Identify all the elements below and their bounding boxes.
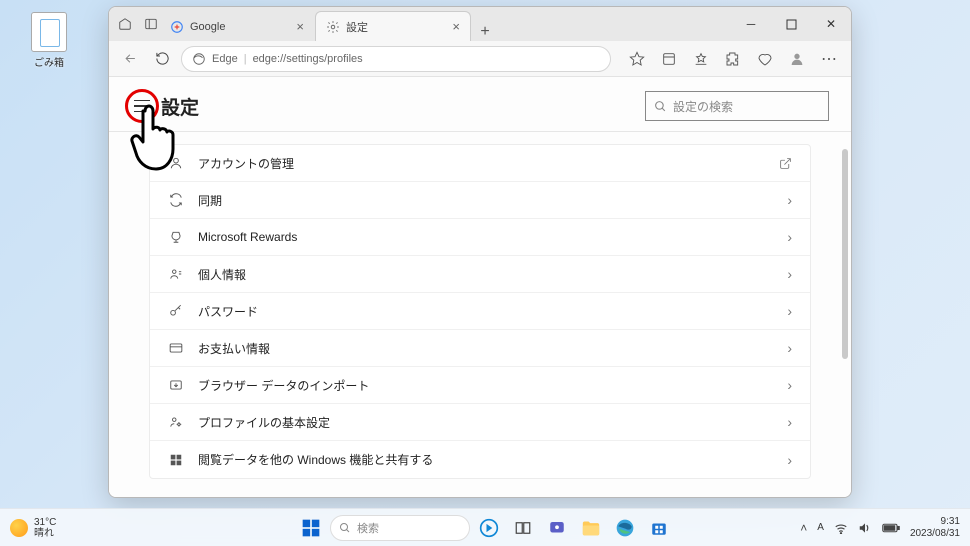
weather-temp: 31°C bbox=[34, 517, 56, 528]
chevron-right-icon: › bbox=[787, 266, 792, 282]
scrollbar[interactable] bbox=[842, 149, 848, 359]
chevron-right-icon: › bbox=[787, 192, 792, 208]
row-profile-preferences[interactable]: プロファイルの基本設定 › bbox=[150, 404, 810, 441]
chevron-right-icon: › bbox=[787, 414, 792, 430]
task-view-button[interactable] bbox=[508, 513, 538, 543]
sun-icon bbox=[10, 519, 28, 537]
windows-icon bbox=[168, 452, 184, 468]
back-button[interactable] bbox=[117, 46, 143, 72]
row-passwords[interactable]: パスワード › bbox=[150, 293, 810, 330]
row-share-windows[interactable]: 閲覧データを他の Windows 機能と共有する › bbox=[150, 441, 810, 478]
chevron-right-icon: › bbox=[787, 452, 792, 468]
close-window-button[interactable]: ✕ bbox=[811, 7, 851, 41]
tab-label: 設定 bbox=[346, 19, 368, 35]
chat-app-button[interactable] bbox=[542, 513, 572, 543]
close-icon[interactable]: × bbox=[296, 19, 304, 34]
tab-google[interactable]: Google × bbox=[159, 11, 315, 41]
settings-search-input[interactable]: 設定の検索 bbox=[645, 91, 829, 121]
tab-label: Google bbox=[190, 21, 225, 33]
chevron-right-icon: › bbox=[787, 303, 792, 319]
address-url: edge://settings/profiles bbox=[253, 53, 363, 65]
settings-content: 設定 設定の検索 アカウントの管理 同期 › Microsoft Rewards… bbox=[109, 77, 851, 497]
profile-settings-card: アカウントの管理 同期 › Microsoft Rewards › 個人情報 ›… bbox=[149, 144, 811, 479]
workspaces-icon[interactable] bbox=[117, 16, 133, 32]
titlebar: Google × 設定 × + ─ ✕ bbox=[109, 7, 851, 41]
collections-button[interactable] bbox=[655, 46, 683, 72]
sync-icon bbox=[168, 192, 184, 208]
store-button[interactable] bbox=[644, 513, 674, 543]
weather-label: 晴れ bbox=[34, 528, 56, 539]
edge-taskbar-button[interactable] bbox=[610, 513, 640, 543]
ime-indicator[interactable]: A bbox=[817, 522, 824, 533]
performance-button[interactable] bbox=[751, 46, 779, 72]
refresh-button[interactable] bbox=[149, 46, 175, 72]
taskbar-search-input[interactable]: 検索 bbox=[330, 515, 470, 541]
start-button[interactable] bbox=[296, 513, 326, 543]
close-icon[interactable]: × bbox=[452, 19, 460, 34]
clock[interactable]: 9:31 2023/08/31 bbox=[910, 516, 960, 539]
annotation-cursor bbox=[123, 101, 183, 177]
chevron-right-icon: › bbox=[787, 340, 792, 356]
taskbar: 31°C 晴れ 検索 ˄ A 9:31 2023/08/31 bbox=[0, 508, 970, 546]
toolbar: Edge | edge://settings/profiles ⋯ bbox=[109, 41, 851, 77]
rewards-icon bbox=[168, 229, 184, 245]
tab-actions-icon[interactable] bbox=[143, 16, 159, 32]
gear-favicon-icon bbox=[326, 20, 340, 34]
import-icon bbox=[168, 377, 184, 393]
settings-person-icon bbox=[168, 414, 184, 430]
weather-widget[interactable]: 31°C 晴れ bbox=[10, 517, 56, 539]
minimize-button[interactable]: ─ bbox=[731, 7, 771, 41]
recycle-bin-label: ごみ箱 bbox=[24, 54, 74, 69]
card-icon bbox=[168, 340, 184, 356]
tab-settings[interactable]: 設定 × bbox=[315, 11, 471, 41]
address-bar[interactable]: Edge | edge://settings/profiles bbox=[181, 46, 611, 72]
bing-chat-button[interactable] bbox=[474, 513, 504, 543]
favorites-list-button[interactable] bbox=[687, 46, 715, 72]
google-favicon-icon bbox=[170, 20, 184, 34]
address-engine: Edge bbox=[212, 53, 238, 65]
row-payment[interactable]: お支払い情報 › bbox=[150, 330, 810, 367]
volume-icon[interactable] bbox=[858, 522, 872, 534]
recycle-bin-icon bbox=[31, 12, 67, 52]
recycle-bin[interactable]: ごみ箱 bbox=[24, 12, 74, 69]
battery-icon[interactable] bbox=[882, 523, 900, 533]
explorer-button[interactable] bbox=[576, 513, 606, 543]
row-manage-account[interactable]: アカウントの管理 bbox=[150, 145, 810, 182]
search-icon bbox=[654, 100, 667, 113]
tray-chevron-icon[interactable]: ˄ bbox=[800, 521, 807, 535]
maximize-button[interactable] bbox=[771, 7, 811, 41]
chevron-right-icon: › bbox=[787, 229, 792, 245]
row-personal-info[interactable]: 個人情報 › bbox=[150, 256, 810, 293]
row-rewards[interactable]: Microsoft Rewards › bbox=[150, 219, 810, 256]
key-icon bbox=[168, 303, 184, 319]
wifi-icon[interactable] bbox=[834, 522, 848, 534]
more-button[interactable]: ⋯ bbox=[815, 46, 843, 72]
browser-window: Google × 設定 × + ─ ✕ Edge | edge://settin… bbox=[108, 6, 852, 498]
contact-icon bbox=[168, 266, 184, 282]
new-tab-button[interactable]: + bbox=[471, 23, 499, 41]
chevron-right-icon: › bbox=[787, 377, 792, 393]
external-link-icon bbox=[779, 157, 792, 170]
row-sync[interactable]: 同期 › bbox=[150, 182, 810, 219]
edge-icon bbox=[192, 52, 206, 66]
row-import-data[interactable]: ブラウザー データのインポート › bbox=[150, 367, 810, 404]
favorite-button[interactable] bbox=[623, 46, 651, 72]
profile-button[interactable] bbox=[783, 46, 811, 72]
extensions-button[interactable] bbox=[719, 46, 747, 72]
search-icon bbox=[339, 522, 351, 534]
